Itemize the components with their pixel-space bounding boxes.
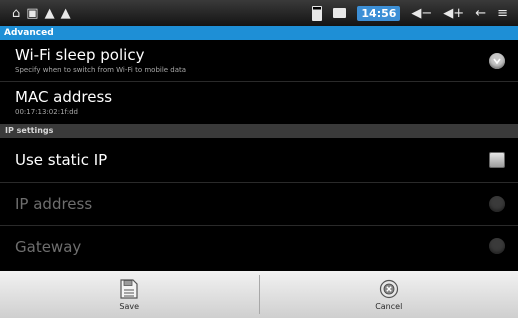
cancel-button[interactable]: Cancel (260, 271, 518, 318)
home-icon: ⌂ (12, 5, 21, 21)
status-bar: ⌂ ▣ ▲ ▲ 14:56 ◀− ◀+ ← ≡ (0, 0, 518, 26)
warning-icon: ▲ (60, 5, 71, 21)
wifi-sleep-policy-title: Wi-Fi sleep policy (15, 46, 145, 64)
notification-icon: ▣ (26, 5, 39, 21)
save-label: Save (119, 301, 140, 311)
cancel-icon (379, 279, 398, 298)
dropdown-arrow-icon[interactable] (489, 53, 505, 69)
save-icon (120, 278, 138, 299)
gateway-title: Gateway (15, 238, 82, 256)
warning-icon: ▲ (44, 5, 55, 21)
volume-up-icon[interactable]: ◀+ (443, 7, 464, 20)
mac-address-title: MAC address (15, 88, 113, 106)
battery-icon (312, 5, 323, 21)
wifi-sleep-policy-summary: Specify when to switch from Wi-Fi to mob… (15, 66, 187, 74)
cancel-label: Cancel (375, 301, 403, 311)
ip-address-title: IP address (15, 195, 93, 213)
back-icon[interactable]: ← (475, 7, 486, 20)
image-icon (333, 8, 347, 18)
ip-address-row: IP address (0, 183, 518, 226)
bottom-button-bar: Save Cancel (0, 271, 518, 318)
volume-down-icon[interactable]: ◀− (411, 7, 432, 20)
wifi-sleep-policy-row[interactable]: Wi-Fi sleep policy Specify when to switc… (0, 40, 518, 82)
use-static-ip-row[interactable]: Use static IP (0, 138, 518, 183)
menu-icon[interactable]: ≡ (497, 7, 508, 20)
clock: 14:56 (357, 5, 401, 21)
save-button[interactable]: Save (0, 271, 259, 318)
mac-address-value: 00:17:13:02:1f:dd (15, 108, 78, 116)
mac-address-row: MAC address 00:17:13:02:1f:dd (0, 82, 518, 124)
gateway-dropdown-icon (489, 238, 505, 254)
gateway-row: Gateway (0, 226, 518, 271)
use-static-ip-title: Use static IP (15, 151, 108, 169)
page-title: Advanced (0, 26, 518, 40)
ip-address-dropdown-icon (489, 196, 505, 212)
ip-settings-header: IP settings (0, 124, 518, 138)
use-static-ip-checkbox[interactable] (489, 152, 505, 168)
